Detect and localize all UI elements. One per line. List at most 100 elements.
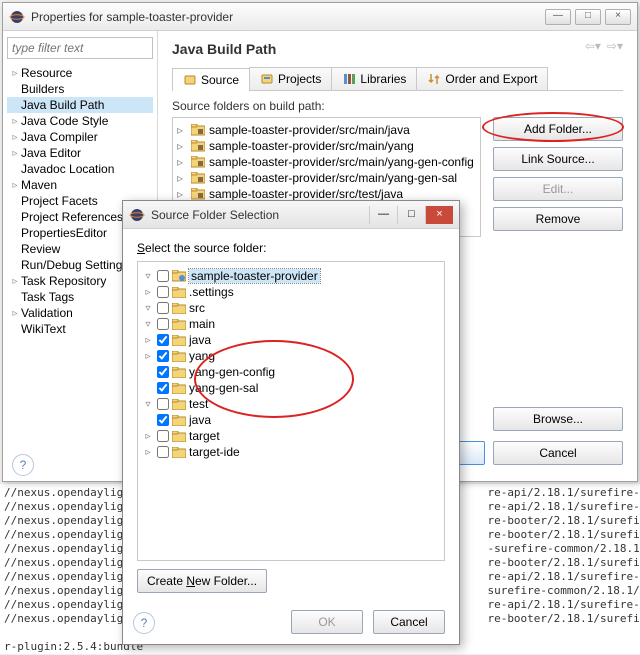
expand-icon[interactable]: ▹ (142, 431, 154, 442)
tree-checkbox[interactable] (157, 350, 169, 362)
source-folder-row[interactable]: ▹sample-toaster-provider/src/main/yang-g… (177, 154, 476, 170)
sidebar-item-label: WikiText (21, 322, 66, 336)
nav-arrows[interactable]: ⇦▾ ⇨▾ (585, 39, 623, 53)
create-new-folder-button[interactable]: Create New Folder... (137, 569, 267, 593)
sidebar-item[interactable]: ▹Java Editor (7, 145, 153, 161)
tree-item[interactable]: ▹.settings (142, 284, 440, 300)
expand-icon[interactable]: ▹ (142, 351, 154, 362)
tree-checkbox[interactable] (157, 430, 169, 442)
tab-projects[interactable]: Projects (249, 67, 332, 90)
link-source-button[interactable]: Link Source... (493, 147, 623, 171)
tree-item[interactable]: ▿main (142, 316, 440, 332)
expand-icon[interactable]: ▹ (177, 139, 187, 153)
sidebar-item[interactable]: Javadoc Location (7, 161, 153, 177)
sidebar-item-label: Maven (21, 178, 57, 192)
sidebar-item-label: Builders (21, 82, 64, 96)
tree-item[interactable]: java (142, 412, 440, 428)
expand-icon[interactable]: ▹ (142, 287, 154, 298)
browse-button[interactable]: Browse... (493, 407, 623, 431)
forward-icon[interactable]: ⇨▾ (607, 39, 623, 53)
collapse-icon[interactable]: ▿ (142, 271, 154, 282)
add-folder-button[interactable]: Add Folder... (493, 117, 623, 141)
expand-icon[interactable]: ▹ (9, 148, 21, 159)
dialog-minimize-button[interactable]: — (369, 206, 397, 224)
titlebar[interactable]: Properties for sample-toaster-provider —… (3, 3, 637, 31)
maximize-button[interactable]: □ (575, 9, 601, 25)
filter-input[interactable] (7, 37, 153, 59)
dialog-titlebar[interactable]: Source Folder Selection — □ × (123, 201, 459, 229)
source-folder-row[interactable]: ▹sample-toaster-provider/src/main/yang (177, 138, 476, 154)
tab-libraries[interactable]: Libraries (331, 67, 417, 90)
sidebar-item[interactable]: ▹Java Code Style (7, 113, 153, 129)
tree-checkbox[interactable] (157, 318, 169, 330)
tree-item[interactable]: ▹target (142, 428, 440, 444)
source-folder-row[interactable]: ▹sample-toaster-provider/src/main/yang-g… (177, 170, 476, 186)
tab-source[interactable]: Source (172, 68, 250, 91)
tab-order-and-export[interactable]: Order and Export (416, 67, 548, 90)
sidebar-item[interactable]: ▹Maven (7, 177, 153, 193)
sidebar-item-label: Validation (21, 306, 73, 320)
back-icon[interactable]: ⇦▾ (585, 39, 601, 53)
tree-item[interactable]: ▹ java (142, 332, 440, 348)
expand-icon[interactable]: ▹ (177, 123, 187, 137)
tree-root[interactable]: ▿sample-toaster-provider (142, 268, 440, 284)
expand-icon[interactable]: ▹ (177, 187, 187, 201)
expand-icon[interactable]: ▹ (9, 68, 21, 79)
sidebar-item[interactable]: Builders (7, 81, 153, 97)
tab-label: Projects (278, 72, 321, 86)
tree-item[interactable]: ▿src (142, 300, 440, 316)
dialog-maximize-button[interactable]: □ (397, 206, 425, 224)
sidebar-item-label: Javadoc Location (21, 162, 114, 176)
expand-icon[interactable]: ▹ (9, 116, 21, 127)
tree-item[interactable]: yang-gen-sal (142, 380, 440, 396)
tree-item[interactable]: ▹yang (142, 348, 440, 364)
sidebar-item[interactable]: ▹Resource (7, 65, 153, 81)
tree-item[interactable]: yang-gen-config (142, 364, 440, 380)
source-folder-row[interactable]: ▹sample-toaster-provider/src/main/java (177, 122, 476, 138)
tab-label: Source (201, 73, 239, 87)
folder-tree[interactable]: ▿sample-toaster-provider▹.settings▿src▿m… (137, 261, 445, 561)
tree-checkbox[interactable] (157, 446, 169, 458)
tree-checkbox[interactable] (157, 398, 169, 410)
dialog-ok-button[interactable]: OK (291, 610, 363, 634)
expand-icon[interactable]: ▿ (142, 303, 154, 314)
tree-label: java (189, 333, 211, 347)
tree-item[interactable]: ▿test (142, 396, 440, 412)
tree-label: yang-gen-config (189, 365, 275, 379)
expand-icon[interactable]: ▹ (177, 171, 187, 185)
tree-checkbox[interactable] (157, 366, 169, 378)
close-button[interactable]: × (605, 9, 631, 25)
help-icon[interactable]: ? (12, 454, 34, 476)
edit-button[interactable]: Edit... (493, 177, 623, 201)
dialog-close-button[interactable]: × (425, 206, 453, 224)
tree-checkbox[interactable] (157, 270, 169, 282)
eclipse-icon (129, 207, 145, 223)
expand-icon[interactable]: ▹ (142, 335, 154, 346)
expand-icon[interactable]: ▿ (142, 399, 154, 410)
sidebar-item-label: PropertiesEditor (21, 226, 107, 240)
tree-checkbox[interactable] (157, 382, 169, 394)
tree-checkbox[interactable] (157, 334, 169, 346)
expand-icon[interactable]: ▹ (9, 308, 21, 319)
sidebar-item[interactable]: Java Build Path (7, 97, 153, 113)
help-icon[interactable]: ? (133, 612, 155, 634)
tree-checkbox[interactable] (157, 302, 169, 314)
expand-icon[interactable]: ▹ (9, 132, 21, 143)
cancel-button[interactable]: Cancel (493, 441, 623, 465)
dialog-title: Source Folder Selection (151, 208, 369, 222)
tree-checkbox[interactable] (157, 414, 169, 426)
tab-bar: Source Projects LibrariesOrder and Export (172, 67, 623, 91)
tree-item[interactable]: ▹target-ide (142, 444, 440, 460)
expand-icon[interactable]: ▹ (9, 276, 21, 287)
dialog-cancel-button[interactable]: Cancel (373, 610, 445, 634)
expand-icon[interactable]: ▹ (142, 447, 154, 458)
expand-icon[interactable]: ▿ (142, 319, 154, 330)
sidebar-item[interactable]: ▹Java Compiler (7, 129, 153, 145)
tab-icon (260, 72, 274, 86)
remove-button[interactable]: Remove (493, 207, 623, 231)
sidebar-item-label: Run/Debug Settings (21, 258, 128, 272)
tree-checkbox[interactable] (157, 286, 169, 298)
expand-icon[interactable]: ▹ (9, 180, 21, 191)
expand-icon[interactable]: ▹ (177, 155, 187, 169)
minimize-button[interactable]: — (545, 9, 571, 25)
